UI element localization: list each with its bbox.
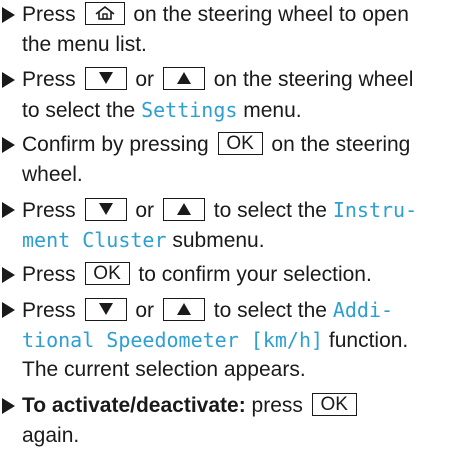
display-menu-name: Settings (141, 98, 238, 122)
step-3-line-2: wheel. (22, 160, 83, 190)
up-arrow-key-icon (162, 297, 205, 321)
down-arrow-key-icon (84, 297, 127, 321)
step-text: on the steering wheel (213, 68, 414, 91)
home-icon (95, 5, 115, 20)
up-arrow-icon (176, 71, 191, 84)
step-4-line-1: Press or to select the Instru- (22, 195, 417, 225)
step-text: again. (22, 424, 80, 447)
step-2-line-1: Press or on the steering wheel (22, 65, 413, 95)
up-arrow-key-icon (162, 197, 205, 221)
step-text: wheel. (22, 163, 83, 186)
step-7-line-1: To activate/deactivate: press OK (22, 391, 360, 421)
display-menu-name: Instru- (332, 198, 418, 222)
step-emphasis: To activate/deactivate: (22, 394, 246, 417)
bullet-icon (2, 398, 15, 414)
ok-key: OK (311, 392, 357, 416)
down-arrow-icon (98, 202, 113, 215)
up-arrow-icon (176, 202, 191, 215)
step-4-line-2: ment Cluster submenu. (22, 225, 265, 255)
step-text: the menu list. (22, 33, 147, 56)
up-arrow-key-icon (162, 66, 205, 90)
down-arrow-icon (98, 71, 113, 84)
down-arrow-key-icon (84, 66, 127, 90)
step-6-line-1: Press or to select the Addi- (22, 295, 393, 325)
step-text: on the steering wheel to open (133, 3, 409, 26)
step-text: or (135, 199, 155, 222)
step-text: or (135, 299, 155, 322)
down-arrow-key-icon (84, 197, 127, 221)
step-text: Confirm by pressing (22, 133, 209, 156)
step-text: Press (22, 263, 76, 286)
step-1-line-2: the menu list. (22, 30, 147, 60)
step-text: Press (22, 299, 76, 322)
bullet-icon (2, 7, 15, 23)
step-text: to select the (213, 199, 327, 222)
step-text: function. (328, 329, 409, 352)
step-text: or (135, 68, 155, 91)
display-function-name: Addi- (332, 298, 394, 322)
step-text: to select the (213, 299, 327, 322)
home-key-icon (84, 1, 125, 25)
step-text: submenu. (172, 229, 265, 252)
ok-key: OK (217, 131, 263, 155)
step-7-line-2: again. (22, 421, 79, 451)
display-function-name: tional Speedometer [km/h] (22, 328, 324, 352)
step-2-line-2: to select the Settings menu. (22, 95, 302, 125)
instruction-document: Press on the steering wheel to open the … (0, 0, 464, 448)
bullet-icon (2, 202, 15, 218)
down-arrow-icon (98, 302, 113, 315)
step-text: Press (22, 199, 76, 222)
bullet-icon (2, 72, 15, 88)
up-arrow-icon (176, 302, 191, 315)
step-text: press (251, 394, 303, 417)
step-6-line-3: The current selection appears. (22, 355, 306, 385)
step-text: to select the (22, 99, 136, 122)
step-5-line-1: Press OK to confirm your selection. (22, 260, 372, 290)
step-text: on the steering (271, 133, 411, 156)
ok-key: OK (84, 261, 130, 285)
step-text: menu. (243, 99, 302, 122)
display-menu-name: ment Cluster (22, 228, 167, 252)
step-text: Press (22, 68, 76, 91)
bullet-icon (2, 267, 15, 283)
step-3-line-1: Confirm by pressing OK on the steering (22, 130, 410, 160)
step-text: Press (22, 3, 76, 26)
step-text: The current selection appears. (22, 358, 306, 381)
bullet-icon (2, 137, 15, 153)
step-1-line-1: Press on the steering wheel to open (22, 0, 409, 30)
step-text: to confirm your selection. (138, 263, 372, 286)
step-6-line-2: tional Speedometer [km/h] function. (22, 325, 408, 355)
bullet-icon (2, 302, 15, 318)
